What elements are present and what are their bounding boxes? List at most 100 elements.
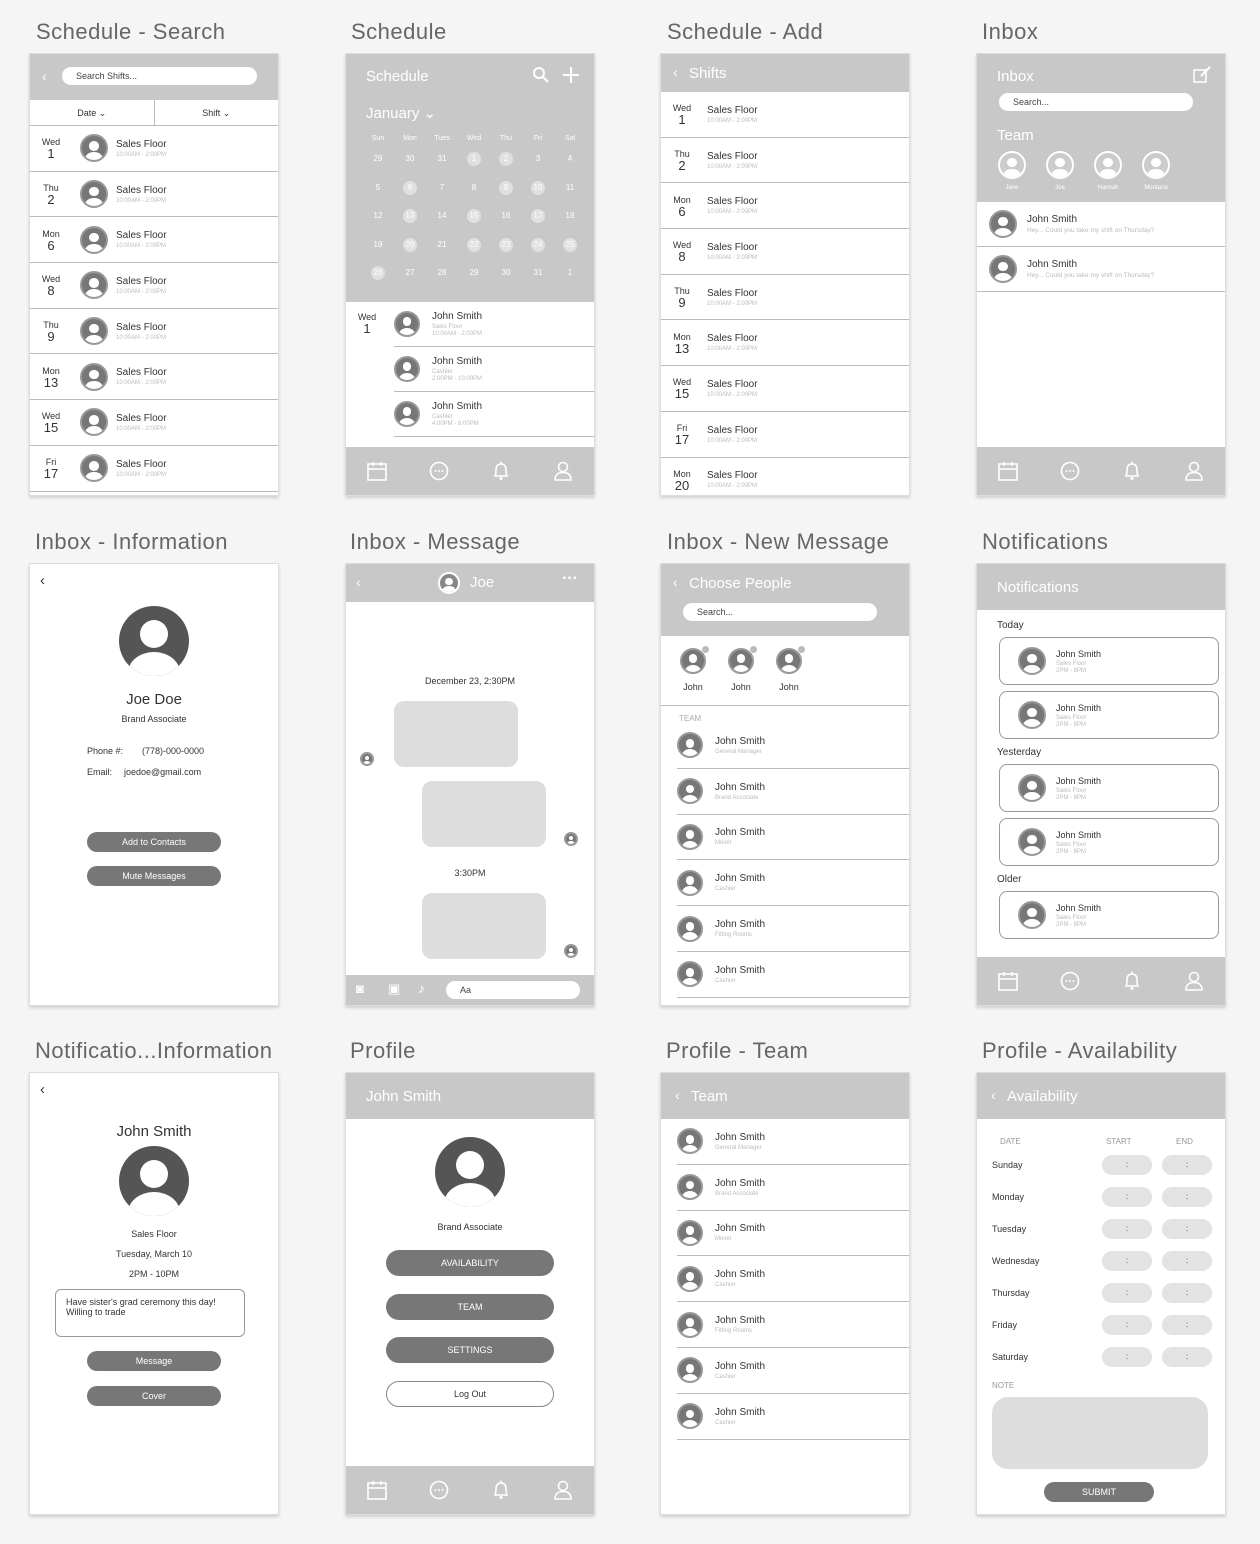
calendar-day[interactable]: 19 [362,234,394,263]
notification-card[interactable]: John Smith Sales Floor 2PM - 8PM [999,764,1219,812]
back-icon[interactable]: ‹ [42,68,47,84]
notification-card[interactable]: John Smith Sales Floor 2PM - 8PM [999,891,1219,939]
end-time-input[interactable]: : [1162,1219,1212,1239]
compose-icon[interactable] [1193,66,1211,84]
end-time-input[interactable]: : [1162,1187,1212,1207]
calendar-day[interactable]: 5 [362,177,394,206]
calendar-icon[interactable] [366,460,388,482]
search-input[interactable]: Search... [999,93,1193,111]
shift-row[interactable]: Wed 1 Sales Floor 10:00AM - 2:00PM [661,92,909,138]
message-input[interactable]: Aa [446,981,580,999]
calendar-day[interactable]: 22 [458,234,490,263]
calendar-day[interactable]: 10 [522,177,554,206]
person-row[interactable]: John Smith General Manager [677,1119,909,1165]
calendar-day[interactable]: 27 [394,262,426,291]
shift-row[interactable]: Thu 2 Sales Floor 10:00AM - 2:00PM [30,172,278,218]
person-row[interactable]: John Smith Cashier [677,952,909,998]
calendar-day[interactable]: 29 [458,262,490,291]
person-row[interactable]: John Smith Cashier [677,1256,909,1303]
calendar-day[interactable]: 30 [394,148,426,177]
selected-person[interactable]: John [679,646,709,705]
cover-button[interactable]: Cover [87,1386,221,1406]
back-icon[interactable]: ‹ [673,574,678,590]
calendar-day[interactable]: 7 [426,177,458,206]
shift-row[interactable]: Mon 6 Sales Floor 10:00AM - 2:00PM [661,183,909,230]
calendar-icon[interactable] [997,970,1019,992]
person-row[interactable]: John Smith Mover [677,815,909,861]
team-member[interactable]: Montana [1141,151,1171,191]
bell-icon[interactable] [1121,970,1143,992]
team-member[interactable]: Hannah [1093,151,1123,191]
bell-icon[interactable] [490,1479,512,1501]
selected-person[interactable]: John [775,646,805,705]
back-icon[interactable]: ‹ [356,574,361,590]
shift-row[interactable]: Fri 17 Sales Floor 10:00AM - 2:00PM [30,446,278,492]
team-button[interactable]: TEAM [386,1294,554,1320]
shift-row[interactable]: Mon 13 Sales Floor 10:00AM - 2:00PM [661,320,909,367]
start-time-input[interactable]: : [1102,1155,1152,1175]
profile-icon[interactable] [552,1479,574,1501]
submit-button[interactable]: SUBMIT [1044,1482,1154,1502]
person-row[interactable]: John Smith Cashier [677,1348,909,1394]
chat-icon[interactable] [428,1479,450,1501]
person-row[interactable]: John Smith Brand Associate [677,769,909,815]
calendar-day[interactable]: 6 [394,177,426,206]
shift-row[interactable]: John Smith Sales Floor 10:00AM - 2:00PM [394,302,594,347]
back-icon[interactable]: ‹ [991,1087,996,1103]
shift-row[interactable]: Mon 20 Sales Floor 10:00AM - 2:00PM [661,458,909,496]
calendar-day[interactable]: 21 [426,234,458,263]
shift-row[interactable]: Mon 6 Sales Floor 10:00AM - 2:00PM [30,217,278,264]
shift-row[interactable]: John Smith Cashier 4:00PM - 8:00PM [394,392,594,437]
bell-icon[interactable] [1121,460,1143,482]
shift-row[interactable]: Thu 9 Sales Floor 10:00AM - 2:00PM [661,275,909,321]
notification-card[interactable]: John Smith Sales Floor 2PM - 8PM [999,691,1219,739]
calendar-day[interactable]: 24 [522,234,554,263]
shift-filter[interactable]: Shift ⌄ [155,100,279,125]
person-row[interactable]: John Smith Fitting Rooms [677,1302,909,1348]
shift-row[interactable]: Thu 2 Sales Floor 10:00AM - 2:00PM [661,138,909,184]
person-row[interactable]: John Smith Fitting Rooms [677,906,909,952]
availability-button[interactable]: AVAILABILITY [386,1250,554,1276]
date-filter[interactable]: Date ⌄ [30,100,155,125]
remove-icon[interactable] [750,646,757,653]
calendar-day[interactable]: 31 [426,148,458,177]
calendar-icon[interactable] [366,1479,388,1501]
calendar-day[interactable]: 20 [394,234,426,263]
calendar-day[interactable]: 2 [490,148,522,177]
calendar-day[interactable]: 1 [458,148,490,177]
remove-icon[interactable] [702,646,709,653]
shift-row[interactable]: Fri 17 Sales Floor 10:00AM - 2:00PM [661,412,909,458]
note-input[interactable] [992,1397,1208,1469]
shift-row[interactable]: Wed 15 Sales Floor 10:00AM - 2:00PM [661,366,909,412]
calendar-day[interactable]: 23 [490,234,522,263]
calendar-day[interactable]: 11 [554,177,586,206]
microphone-icon[interactable]: ♪ [418,980,425,996]
month-select[interactable]: January ⌄ [366,104,436,122]
end-time-input[interactable]: : [1162,1251,1212,1271]
end-time-input[interactable]: : [1162,1283,1212,1303]
image-icon[interactable]: ▣ [388,981,400,997]
back-icon[interactable]: ‹ [673,64,678,80]
calendar-icon[interactable] [997,460,1019,482]
chat-icon[interactable] [1059,970,1081,992]
calendar-day[interactable]: 12 [362,205,394,234]
calendar-day[interactable]: 16 [490,205,522,234]
calendar-day[interactable]: 25 [554,234,586,263]
back-icon[interactable]: ‹ [40,572,45,589]
calendar-day[interactable]: 28 [426,262,458,291]
calendar-day[interactable]: 29 [362,148,394,177]
search-icon[interactable] [532,66,550,84]
search-input[interactable]: Search... [683,603,877,621]
logout-button[interactable]: Log Out [386,1381,554,1407]
message-row[interactable]: John Smith Hey... Could you take my shift… [977,202,1225,247]
more-icon[interactable]: ··· [562,570,578,588]
notification-card[interactable]: John Smith Sales Floor 2PM - 8PM [999,818,1219,866]
message-row[interactable]: John Smith Hey... Could you take my shift… [977,247,1225,292]
calendar-day[interactable]: 1 [554,262,586,291]
calendar-day[interactable]: 30 [490,262,522,291]
add-to-contacts-button[interactable]: Add to Contacts [87,832,221,852]
end-time-input[interactable]: : [1162,1347,1212,1367]
chat-icon[interactable] [1059,460,1081,482]
profile-icon[interactable] [1183,460,1205,482]
person-row[interactable]: John Smith Brand Associate [677,1165,909,1211]
